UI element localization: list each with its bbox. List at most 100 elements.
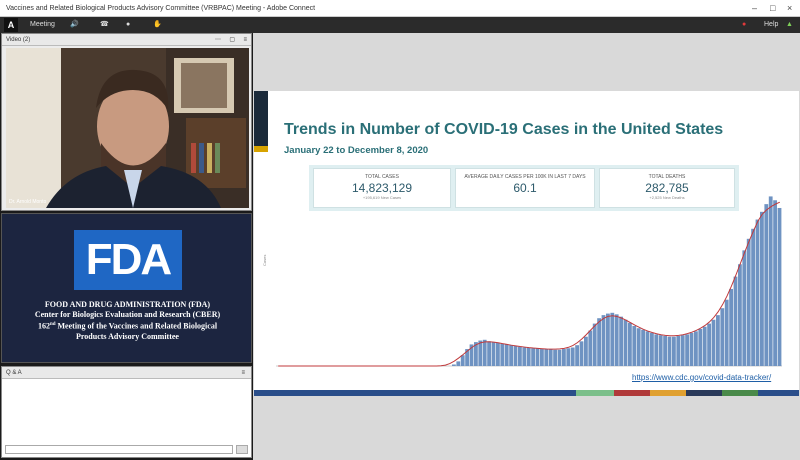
daily-cases-bar	[694, 331, 698, 366]
daily-cases-bar	[716, 315, 720, 367]
speaker-video-image	[6, 48, 249, 208]
daily-cases-bar	[588, 330, 593, 366]
daily-cases-bar	[733, 276, 738, 366]
covid-cases-chart: Cases	[262, 196, 782, 367]
daily-cases-bar	[654, 334, 659, 366]
daily-cases-bar	[592, 323, 597, 366]
meeting-menu[interactable]: Meeting	[30, 17, 55, 33]
daily-cases-bar	[487, 341, 491, 366]
fda-line3-text: Meeting of the Vaccines and Related Biol…	[55, 321, 218, 331]
cdc-data-tracker-link[interactable]: https://www.cdc.gov/covid-data-tracker/	[632, 373, 771, 382]
slide-title: Trends in Number of COVID-19 Cases in th…	[284, 121, 724, 138]
daily-cases-bar	[768, 196, 773, 366]
fda-line4: Products Advisory Committee	[76, 331, 179, 341]
window-title: Vaccines and Related Biological Products…	[6, 5, 316, 12]
qa-pod-titlebar: Q & A ≡	[2, 367, 251, 379]
daily-cases-bar	[720, 308, 725, 366]
close-icon[interactable]: ×	[787, 0, 792, 16]
daily-cases-bar	[601, 315, 606, 367]
daily-cases-bar	[650, 332, 654, 366]
daily-cases-bar	[597, 318, 601, 366]
raise-hand-icon[interactable]: ✋	[153, 17, 162, 33]
menubar: A Meeting 🔊 ☎ ● ✋ ● Help ▲	[0, 17, 800, 33]
daily-cases-bar	[751, 228, 755, 366]
daily-cases-bar	[628, 322, 632, 366]
daily-cases-bar	[676, 335, 681, 366]
daily-cases-bar	[531, 348, 535, 366]
daily-cases-bar	[566, 348, 571, 366]
daily-cases-bar	[755, 219, 760, 366]
daily-cases-bar	[491, 342, 496, 366]
window-titlebar: Vaccines and Related Biological Products…	[0, 0, 800, 17]
footer-segment	[686, 390, 722, 396]
qa-pod-title: Q & A	[6, 370, 22, 376]
pod-menu-icon[interactable]: ≡	[241, 367, 245, 379]
daily-cases-bar	[689, 332, 694, 366]
daily-cases-bar	[746, 238, 751, 366]
daily-cases-bar	[606, 313, 610, 366]
daily-cases-bar	[500, 343, 505, 366]
pod-options-icon[interactable]: ⋯	[215, 34, 221, 46]
daily-cases-bar	[496, 342, 500, 367]
daily-cases-bar	[729, 288, 733, 366]
daily-cases-bar	[509, 345, 513, 366]
minimize-icon[interactable]: –	[752, 0, 757, 16]
fda-logo: FDA	[74, 230, 182, 290]
daily-cases-bar	[610, 312, 615, 366]
daily-cases-bar	[579, 341, 584, 366]
daily-cases-bar	[645, 331, 650, 366]
daily-cases-bar	[672, 336, 676, 366]
fda-meeting-number: 162	[37, 321, 50, 331]
slide-accent-bar	[254, 91, 268, 146]
speaker-icon[interactable]: 🔊	[70, 17, 79, 33]
pod-menu-icon[interactable]: ≡	[243, 34, 247, 46]
video-pod-title: Video (2)	[6, 37, 31, 43]
daily-cases-bar	[711, 319, 716, 366]
daily-cases-bar	[685, 334, 689, 366]
adobe-connect-logo: A	[4, 18, 18, 32]
daily-cases-bar	[619, 316, 623, 366]
daily-cases-bar	[522, 347, 527, 366]
slide-subtitle: January 22 to December 8, 2020	[284, 145, 429, 156]
daily-cases-bar	[707, 323, 711, 366]
daily-cases-bar	[738, 264, 742, 366]
webcam-icon[interactable]: ●	[126, 17, 130, 33]
footer-segment	[650, 390, 686, 396]
connection-status-icon: ▲	[786, 21, 793, 28]
daily-cases-bar	[460, 355, 465, 366]
help-menu[interactable]: Help	[764, 17, 778, 33]
fda-branding-text: FOOD AND DRUG ADMINISTRATION (FDA) Cente…	[6, 300, 249, 342]
fullscreen-icon[interactable]: ▢	[229, 34, 235, 46]
phone-icon[interactable]: ☎	[100, 17, 109, 33]
daily-cases-bar	[544, 349, 549, 366]
daily-cases-bar	[562, 349, 566, 366]
daily-cases-bar	[575, 345, 579, 366]
maximize-icon[interactable]: □	[770, 0, 775, 16]
daily-cases-bar	[504, 344, 509, 366]
daily-cases-bar	[584, 336, 588, 366]
daily-cases-bar	[452, 364, 456, 366]
qa-input[interactable]	[5, 445, 233, 454]
daily-cases-bar	[663, 335, 667, 366]
daily-cases-bar	[742, 250, 747, 367]
daily-cases-bar	[623, 319, 628, 366]
daily-cases-bar	[702, 326, 707, 366]
fda-branding-pod: FDA FOOD AND DRUG ADMINISTRATION (FDA) C…	[1, 213, 252, 363]
slide-footer-bar	[254, 390, 799, 396]
footer-segment	[722, 390, 758, 396]
fda-line1: FOOD AND DRUG ADMINISTRATION (FDA)	[44, 300, 211, 309]
daily-cases-bar	[553, 349, 557, 366]
video-pod-titlebar: Video (2) ⋯ ▢ ≡	[2, 34, 251, 46]
daily-cases-bar	[557, 349, 562, 366]
fda-line3: 162nd Meeting of the Vaccines and Relate…	[6, 320, 249, 332]
daily-cases-bar	[724, 299, 729, 366]
video-pod: Video (2) ⋯ ▢ ≡ Dr. Arnold Monto	[1, 33, 252, 211]
daily-cases-bar	[658, 335, 663, 366]
daily-cases-bar	[518, 346, 522, 366]
daily-cases-bar	[535, 348, 540, 366]
daily-cases-bar	[760, 211, 764, 366]
daily-cases-bar	[614, 314, 619, 366]
qa-pod: Q & A ≡	[1, 366, 252, 458]
daily-cases-bar	[764, 204, 769, 367]
send-button[interactable]	[236, 445, 248, 454]
